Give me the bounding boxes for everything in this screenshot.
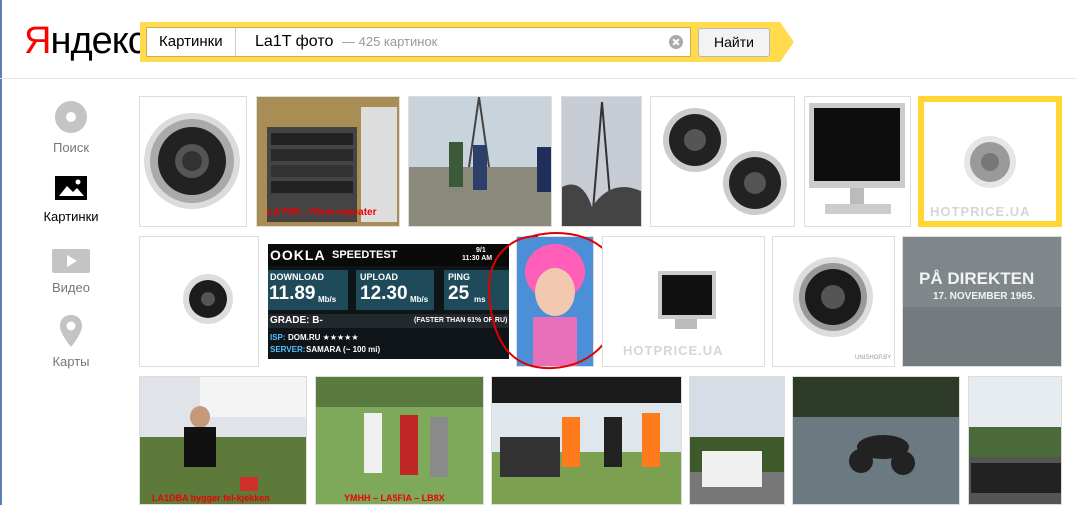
result-thumbnail[interactable]: LA1DBA bygger fel-kjekken	[139, 376, 307, 505]
result-thumbnail[interactable]	[491, 376, 682, 505]
find-button[interactable]: Найти	[698, 28, 770, 57]
stone-texture	[903, 237, 1061, 366]
nav-item-video[interactable]: Видео	[30, 248, 112, 295]
nav-item-search[interactable]: Поиск	[30, 100, 112, 155]
result-thumbnail[interactable]	[561, 96, 642, 227]
download-label: DOWNLOAD	[270, 272, 324, 282]
nav-label-images: Картинки	[43, 209, 99, 224]
result-thumbnail[interactable]	[689, 376, 785, 505]
ping-value: 25	[448, 283, 470, 304]
result-thumbnail[interactable]: LA7SR - 70cm repeater	[256, 96, 400, 227]
map-pin-icon	[60, 315, 82, 347]
search-disc-icon	[55, 101, 87, 133]
header-divider	[0, 78, 1077, 79]
plaque-line1: PÅ DIREKTEN	[919, 269, 1035, 288]
photo-van-image	[690, 377, 784, 504]
ping-label: PING	[448, 272, 471, 282]
speaker-image	[793, 257, 873, 337]
plaque-line2: 17. NOVEMBER 1965.	[933, 291, 1036, 302]
thumbnail-caption: LA1DBA bygger fel-kjekken	[152, 493, 270, 503]
yandex-logo[interactable]: Яндекс	[24, 20, 147, 62]
speedtest-thumbnail[interactable]: OOKLA SPEEDTEST 9/1 11:30 AM DOWNLOAD 11…	[268, 244, 509, 359]
download-value: 11.89	[269, 283, 316, 304]
search-query[interactable]: La1T фото	[255, 28, 333, 56]
video-play-icon	[52, 249, 90, 273]
photo-tent-image	[492, 377, 681, 504]
nav-item-images[interactable]: Картинки	[30, 175, 112, 224]
thumbnail-watermark: UNISHOP.BY	[855, 355, 892, 361]
result-count: — 425 картинок	[342, 34, 438, 49]
result-thumbnail[interactable]	[408, 96, 552, 227]
logo-text: ндекс	[50, 20, 146, 62]
thumbnail-caption: LA7SR - 70cm repeater	[267, 207, 377, 218]
grade-text: GRADE: B-	[270, 315, 323, 326]
result-thumbnail[interactable]: HOTPRICE.UA	[602, 236, 765, 367]
isp-value: DOM.RU ★★★★★	[288, 333, 359, 342]
result-thumbnail[interactable]	[650, 96, 795, 227]
monitor-image	[809, 103, 905, 214]
photo-car-antenna-image	[793, 377, 959, 504]
search-input[interactable]: Картинки La1T фото — 425 картинок	[146, 27, 691, 57]
upload-value: 12.30	[360, 283, 408, 304]
server-label: SERVER:	[270, 345, 306, 354]
image-icon	[55, 176, 87, 200]
server-value: SAMARA (~ 100 mi)	[306, 345, 381, 354]
result-thumbnail[interactable]	[968, 376, 1062, 505]
photo-group-image	[316, 377, 483, 504]
thumbnail-watermark: HOTPRICE.UA	[623, 343, 724, 358]
result-thumbnail[interactable]	[139, 96, 247, 227]
result-thumbnail[interactable]	[804, 96, 911, 227]
upload-unit: Mb/s	[410, 295, 429, 304]
result-thumbnail-selected[interactable]: HOTPRICE.UA	[918, 96, 1062, 227]
speaker-small-image	[183, 274, 233, 324]
thumbnail-watermark: HOTPRICE.UA	[930, 204, 1031, 219]
window-edge	[0, 0, 2, 505]
nav-label-video: Видео	[52, 280, 90, 295]
download-unit: Mb/s	[318, 295, 337, 304]
search-bar: Картинки La1T фото — 425 картинок Найти	[140, 22, 794, 62]
result-thumbnail[interactable]: UNISHOP.BY	[772, 236, 895, 367]
photo-man-image	[140, 377, 306, 504]
speedtest-title: SPEEDTEST	[332, 249, 398, 261]
speakers-pair-image	[663, 108, 787, 215]
nav-label-maps: Карты	[52, 354, 90, 369]
result-thumbnail[interactable]: YMHH – LA5FIA – LB8X	[315, 376, 484, 505]
speedtest-brand: OOKLA	[270, 247, 326, 263]
nav-label-search: Поиск	[52, 140, 90, 155]
clear-icon[interactable]	[669, 35, 683, 49]
isp-label: ISP:	[270, 333, 286, 342]
logo-letter: Я	[24, 20, 51, 62]
tower-people-image	[409, 97, 551, 226]
tower-image	[562, 97, 641, 226]
photo-cars-image	[969, 377, 1061, 504]
thumbnail-caption: YMHH – LA5FIA – LB8X	[344, 493, 445, 503]
service-selector[interactable]: Картинки	[147, 28, 236, 56]
upload-label: UPLOAD	[360, 272, 398, 282]
speaker-image	[144, 113, 240, 209]
nav-item-maps[interactable]: Карты	[30, 314, 112, 369]
result-thumbnail[interactable]: PÅ DIREKTEN 17. NOVEMBER 1965.	[902, 236, 1062, 367]
result-thumbnail[interactable]	[792, 376, 960, 505]
result-thumbnail[interactable]	[139, 236, 259, 367]
